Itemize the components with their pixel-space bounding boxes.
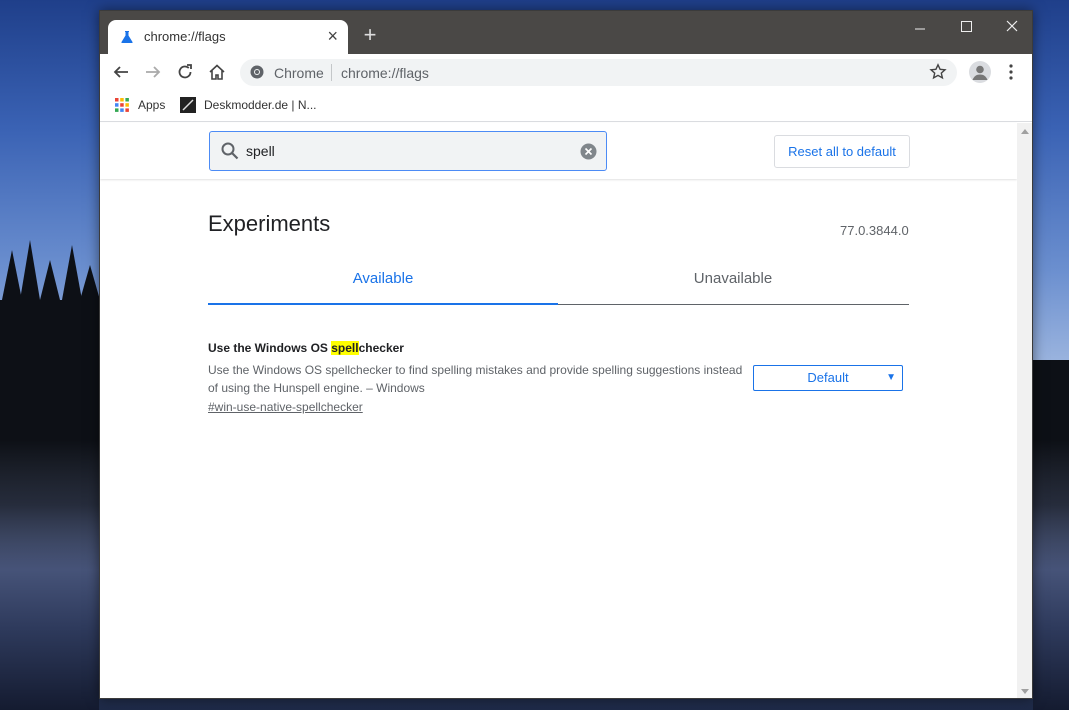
back-button[interactable] bbox=[109, 60, 133, 84]
version-number: 77.0.3844.0 bbox=[840, 223, 909, 238]
new-tab-button[interactable]: + bbox=[358, 23, 382, 47]
home-button[interactable] bbox=[205, 60, 229, 84]
forward-button[interactable] bbox=[141, 60, 165, 84]
profile-avatar-icon[interactable] bbox=[969, 61, 991, 83]
tab-unavailable[interactable]: Unavailable bbox=[558, 255, 908, 305]
flag-permalink[interactable]: #win-use-native-spellchecker bbox=[208, 400, 363, 414]
desktop-wallpaper-left bbox=[0, 0, 99, 710]
desktop-wallpaper-right bbox=[1033, 0, 1069, 710]
maximize-icon bbox=[961, 21, 972, 32]
clear-search-icon[interactable] bbox=[580, 143, 597, 160]
flag-title-start: Use the Windows OS bbox=[208, 341, 332, 355]
flags-tabs: Available Unavailable bbox=[208, 255, 909, 305]
treeline bbox=[1033, 360, 1069, 440]
home-icon bbox=[209, 64, 225, 80]
bookmark-deskmodder[interactable]: Deskmodder.de | N... bbox=[180, 97, 317, 113]
vertical-dots-icon bbox=[1009, 64, 1013, 80]
tree bbox=[2, 250, 22, 300]
tree bbox=[40, 260, 60, 300]
title-bar: chrome://flags × + bbox=[100, 11, 1032, 54]
tree bbox=[20, 240, 40, 300]
dropdown-arrow-icon: ▼ bbox=[886, 372, 896, 383]
bookmark-label: Deskmodder.de | N... bbox=[204, 98, 317, 112]
flag-state-select[interactable]: Default ▼ bbox=[753, 365, 903, 391]
address-separator bbox=[331, 64, 332, 81]
chrome-logo-icon bbox=[250, 65, 264, 79]
menu-button[interactable] bbox=[1003, 62, 1019, 82]
bookmarks-bar: Apps Deskmodder.de | N... bbox=[100, 90, 1032, 122]
page-title: Experiments bbox=[208, 211, 331, 236]
tab-title: chrome://flags bbox=[144, 29, 226, 44]
tree bbox=[62, 245, 82, 300]
address-bar[interactable]: Chrome chrome://flags bbox=[240, 59, 957, 86]
deskmodder-favicon-icon bbox=[180, 97, 196, 113]
scroll-down-arrow-icon[interactable] bbox=[1021, 689, 1029, 694]
close-icon bbox=[1006, 20, 1018, 32]
flags-page: Reset all to default Experiments 77.0.38… bbox=[100, 123, 1017, 698]
flag-title: Use the Windows OS spellchecker bbox=[208, 341, 909, 355]
bookmark-star-icon[interactable] bbox=[929, 63, 947, 81]
flag-select-value: Default bbox=[807, 370, 849, 385]
flag-title-end: checker bbox=[358, 341, 404, 355]
lake-reflection bbox=[1033, 440, 1069, 570]
close-window-button[interactable] bbox=[989, 15, 1032, 43]
page-scrollbar[interactable] bbox=[1017, 123, 1032, 698]
scroll-up-arrow-icon[interactable] bbox=[1021, 129, 1029, 134]
tree bbox=[80, 265, 99, 300]
search-icon bbox=[221, 142, 239, 160]
search-input[interactable] bbox=[246, 141, 566, 161]
flask-icon bbox=[121, 31, 133, 43]
reset-all-button[interactable]: Reset all to default bbox=[774, 135, 910, 168]
secure-chip-label: Chrome bbox=[274, 65, 324, 81]
minimize-icon bbox=[915, 28, 925, 30]
flag-title-match: spell bbox=[331, 341, 359, 355]
reload-icon bbox=[178, 64, 192, 79]
tab-available[interactable]: Available bbox=[208, 255, 558, 305]
minimize-button[interactable] bbox=[897, 15, 943, 43]
search-box[interactable] bbox=[209, 131, 607, 171]
maximize-button[interactable] bbox=[943, 15, 989, 43]
address-url: chrome://flags bbox=[341, 65, 429, 81]
search-header: Reset all to default bbox=[100, 123, 1017, 179]
person-icon bbox=[972, 65, 988, 80]
flag-description: Use the Windows OS spellchecker to find … bbox=[208, 363, 743, 395]
reload-button[interactable] bbox=[173, 60, 197, 84]
tab-close-icon[interactable]: × bbox=[327, 26, 338, 46]
forward-arrow-icon bbox=[146, 66, 161, 78]
treeline bbox=[0, 240, 99, 440]
apps-grid-icon bbox=[115, 98, 129, 112]
lake-reflection bbox=[0, 440, 99, 570]
browser-tab[interactable]: chrome://flags × bbox=[108, 20, 348, 54]
bookmark-apps[interactable]: Apps bbox=[114, 97, 165, 113]
toolbar: Chrome chrome://flags bbox=[100, 54, 1032, 90]
back-arrow-icon bbox=[113, 66, 128, 78]
flag-entry: Use the Windows OS spellchecker Use the … bbox=[208, 341, 909, 416]
browser-window: chrome://flags × + Chrome chrome://flags… bbox=[99, 10, 1033, 699]
bookmark-label: Apps bbox=[138, 98, 166, 112]
